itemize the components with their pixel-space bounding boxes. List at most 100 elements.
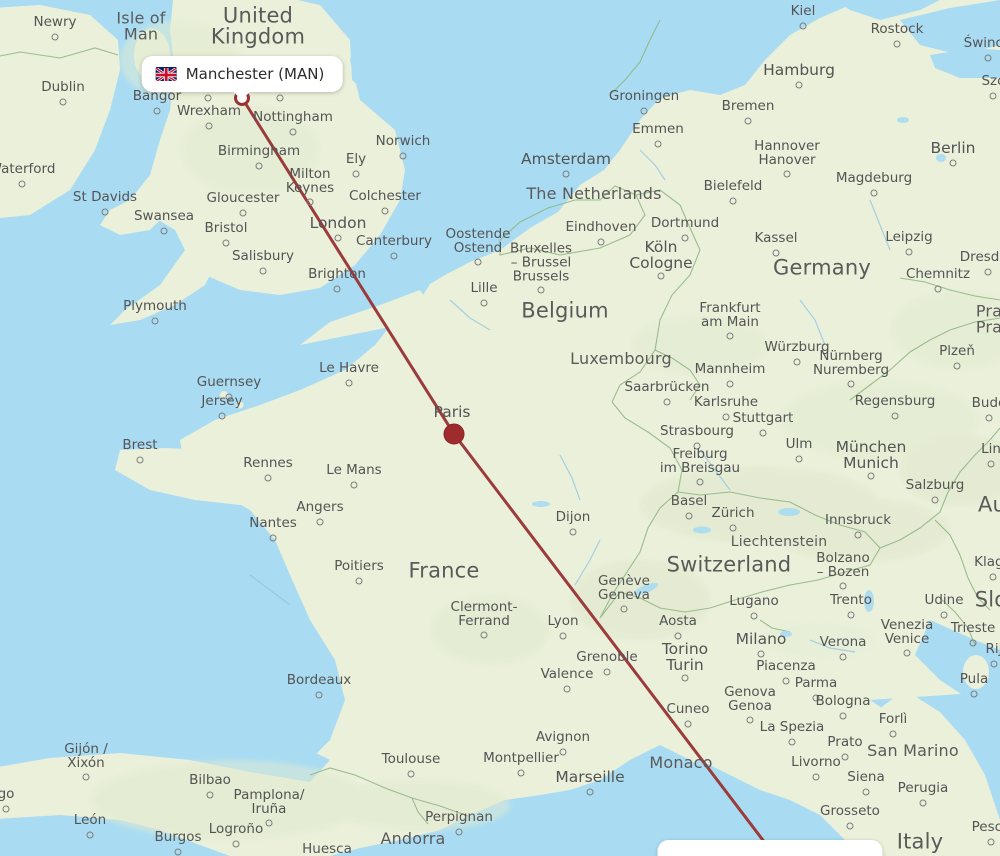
city-marker-dot — [750, 612, 758, 620]
city-marker-dot — [985, 414, 993, 422]
city-marker-dot — [306, 198, 314, 206]
city-marker-dot — [905, 248, 913, 256]
city-marker-dot — [949, 159, 957, 167]
city-marker-dot — [480, 299, 488, 307]
city-marker-dot — [315, 691, 323, 699]
city-marker-dot — [729, 524, 737, 532]
city-marker-dot — [289, 128, 297, 136]
city-marker-dot — [795, 81, 803, 89]
city-marker-dot — [205, 122, 213, 130]
origin-tooltip[interactable]: Manchester (MAN) — [141, 56, 343, 100]
city-marker-dot — [684, 720, 692, 728]
city-marker-dot — [474, 258, 482, 266]
city-marker-dot — [795, 455, 803, 463]
city-marker-dot — [772, 249, 780, 257]
city-marker-dot — [153, 107, 161, 115]
city-marker-dot — [812, 694, 820, 702]
city-marker-dot — [681, 234, 689, 242]
city-marker-dot — [987, 838, 995, 846]
city-marker-dot — [151, 317, 159, 325]
city-marker-dot — [334, 234, 342, 242]
city-marker-dot — [681, 674, 689, 682]
city-marker-dot — [757, 650, 765, 658]
city-marker-dot — [259, 267, 267, 275]
city-marker-dot — [984, 268, 992, 276]
city-marker-dot — [799, 22, 807, 30]
city-marker-dot — [255, 162, 263, 170]
city-marker-dot — [969, 639, 977, 647]
city-marker-dot — [350, 481, 358, 489]
city-marker-dot — [685, 512, 693, 520]
city-marker-dot — [847, 611, 855, 619]
city-marker-dot — [759, 429, 767, 437]
city-marker-dot — [136, 456, 144, 464]
city-marker-dot — [316, 518, 324, 526]
city-marker-dot — [919, 799, 927, 807]
city-marker-dot — [603, 668, 611, 676]
city-marker-dot — [232, 840, 240, 848]
city-marker-dot — [204, 94, 212, 102]
city-marker-dot — [722, 413, 730, 421]
city-marker-dot — [729, 197, 737, 205]
city-marker-dot — [381, 207, 389, 215]
city-marker-dot — [812, 773, 820, 781]
city-marker-dot — [989, 573, 997, 581]
destination-tooltip-partial[interactable] — [657, 840, 883, 856]
city-marker-dot — [265, 819, 273, 827]
flight-route-map[interactable]: United Kingdom The Netherlands Belgium Germa… — [0, 0, 1000, 856]
city-marker-dot — [82, 773, 90, 781]
city-marker-dot — [59, 98, 67, 106]
city-marker-dot — [559, 748, 567, 756]
city-marker-dot — [174, 848, 182, 856]
city-marker-dot — [620, 605, 628, 613]
city-marker-dot — [953, 362, 961, 370]
city-marker-dot — [86, 831, 94, 839]
city-marker-dot — [867, 472, 875, 480]
city-marker-dot — [839, 653, 847, 661]
city-marker-dot — [990, 660, 998, 668]
city-marker-dot — [597, 238, 605, 246]
city-marker-dot — [940, 611, 948, 619]
city-marker-dot — [654, 140, 662, 148]
city-marker-dot — [2, 805, 10, 813]
city-marker-dot — [239, 209, 247, 217]
city-marker-dot — [744, 117, 752, 125]
city-marker-dot — [562, 170, 570, 178]
city-marker-dot — [399, 152, 407, 160]
city-marker-dot — [333, 285, 341, 293]
city-marker-dot — [841, 753, 849, 761]
city-marker-dot — [657, 272, 665, 280]
city-marker-dot — [264, 474, 272, 482]
city-marker-dot — [222, 239, 230, 247]
city-marker-dot — [696, 478, 704, 486]
city-marker-dot — [726, 332, 734, 340]
city-marker-dot — [746, 716, 754, 724]
city-marker-dot — [101, 208, 109, 216]
city-marker-dot — [903, 649, 911, 657]
uk-flag-icon — [155, 67, 177, 81]
city-marker-dot — [891, 412, 899, 420]
city-marker-dot — [839, 712, 847, 720]
city-marker-dot — [569, 528, 577, 536]
city-marker-dot — [18, 180, 26, 188]
city-marker-dot — [726, 380, 734, 388]
city-marker-dot — [693, 442, 701, 450]
city-marker-dot — [218, 412, 226, 420]
city-marker-dot — [846, 822, 854, 830]
city-marker-dot — [987, 460, 995, 468]
waypoint-marker-paris[interactable] — [443, 423, 465, 445]
city-marker-dot — [854, 531, 862, 539]
city-marker-dot — [586, 788, 594, 796]
city-marker-dot — [160, 227, 168, 235]
city-marker-dot — [480, 631, 488, 639]
city-marker-dot — [563, 685, 571, 693]
city-marker-dot — [407, 770, 415, 778]
city-marker-dot — [517, 769, 525, 777]
origin-tooltip-label: Manchester (MAN) — [185, 65, 325, 83]
city-marker-dot — [839, 582, 847, 590]
city-marker-dot — [889, 730, 897, 738]
city-marker-dot — [455, 828, 463, 836]
city-marker-dot — [390, 252, 398, 260]
city-marker-dot — [783, 170, 791, 178]
city-marker-dot — [893, 40, 901, 48]
